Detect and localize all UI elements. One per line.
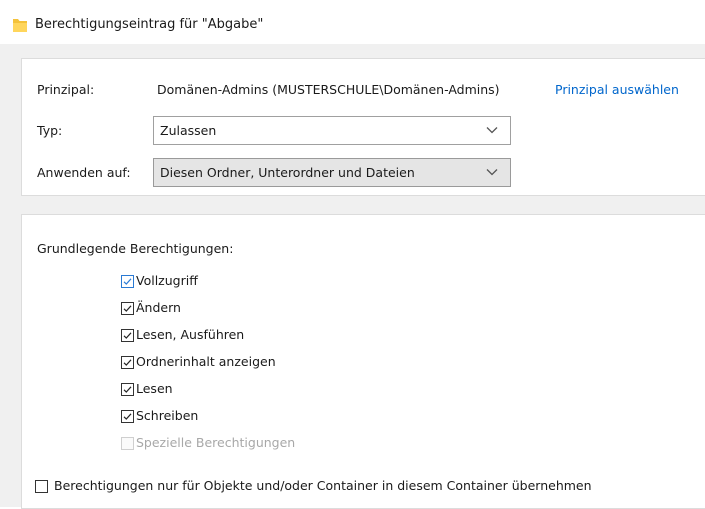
checkmark-icon [123,386,132,393]
checkbox-special-permissions [121,437,134,450]
title-bar: Berechtigungseintrag für "Abgabe" [0,0,705,44]
applies-to-dropdown[interactable]: Diesen Ordner, Unterordner und Dateien [153,158,511,187]
window-title: Berechtigungseintrag für "Abgabe" [35,17,264,32]
type-label: Typ: [37,123,63,138]
checkbox-full-control-label: Vollzugriff [136,273,198,288]
checkbox-modify-label: Ändern [136,300,181,315]
checkmark-icon [123,359,132,366]
checkbox-list-folder-label: Ordnerinhalt anzeigen [136,354,276,369]
checkmark-icon [123,305,132,312]
select-principal-link[interactable]: Prinzipal auswählen [555,82,679,97]
checkbox-list-folder[interactable] [121,356,134,369]
checkbox-full-control[interactable] [121,275,134,288]
applies-to-dropdown-value: Diesen Ordner, Unterordner und Dateien [160,165,415,180]
principal-panel: Prinzipal: Domänen-Admins (MUSTERSCHULE\… [21,58,705,196]
folder-icon [13,19,27,32]
checkbox-read[interactable] [121,383,134,396]
checkbox-special-permissions-label: Spezielle Berechtigungen [136,435,296,450]
checkbox-read-label: Lesen [136,381,173,396]
chevron-down-icon [486,169,498,176]
checkbox-apply-to-container-only-label: Berechtigungen nur für Objekte und/oder … [54,478,592,493]
principal-value: Domänen-Admins (MUSTERSCHULE\Domänen-Adm… [157,82,500,97]
checkbox-read-execute-label: Lesen, Ausführen [136,327,245,342]
checkmark-icon [123,413,132,420]
dialog-content: Prinzipal: Domänen-Admins (MUSTERSCHULE\… [0,44,705,509]
chevron-down-icon [486,127,498,134]
checkmark-icon [123,332,132,339]
permissions-heading: Grundlegende Berechtigungen: [37,241,234,256]
checkmark-icon [123,278,132,285]
checkbox-modify[interactable] [121,302,134,315]
checkbox-apply-to-container-only[interactable] [35,480,48,493]
type-dropdown-value: Zulassen [160,123,217,138]
checkbox-write-label: Schreiben [136,408,199,423]
principal-label: Prinzipal: [37,82,95,97]
checkbox-read-execute[interactable] [121,329,134,342]
applies-to-label: Anwenden auf: [37,165,131,180]
type-dropdown[interactable]: Zulassen [153,116,511,145]
permissions-panel: Grundlegende Berechtigungen: Vollzugriff… [21,214,705,509]
checkbox-write[interactable] [121,410,134,423]
